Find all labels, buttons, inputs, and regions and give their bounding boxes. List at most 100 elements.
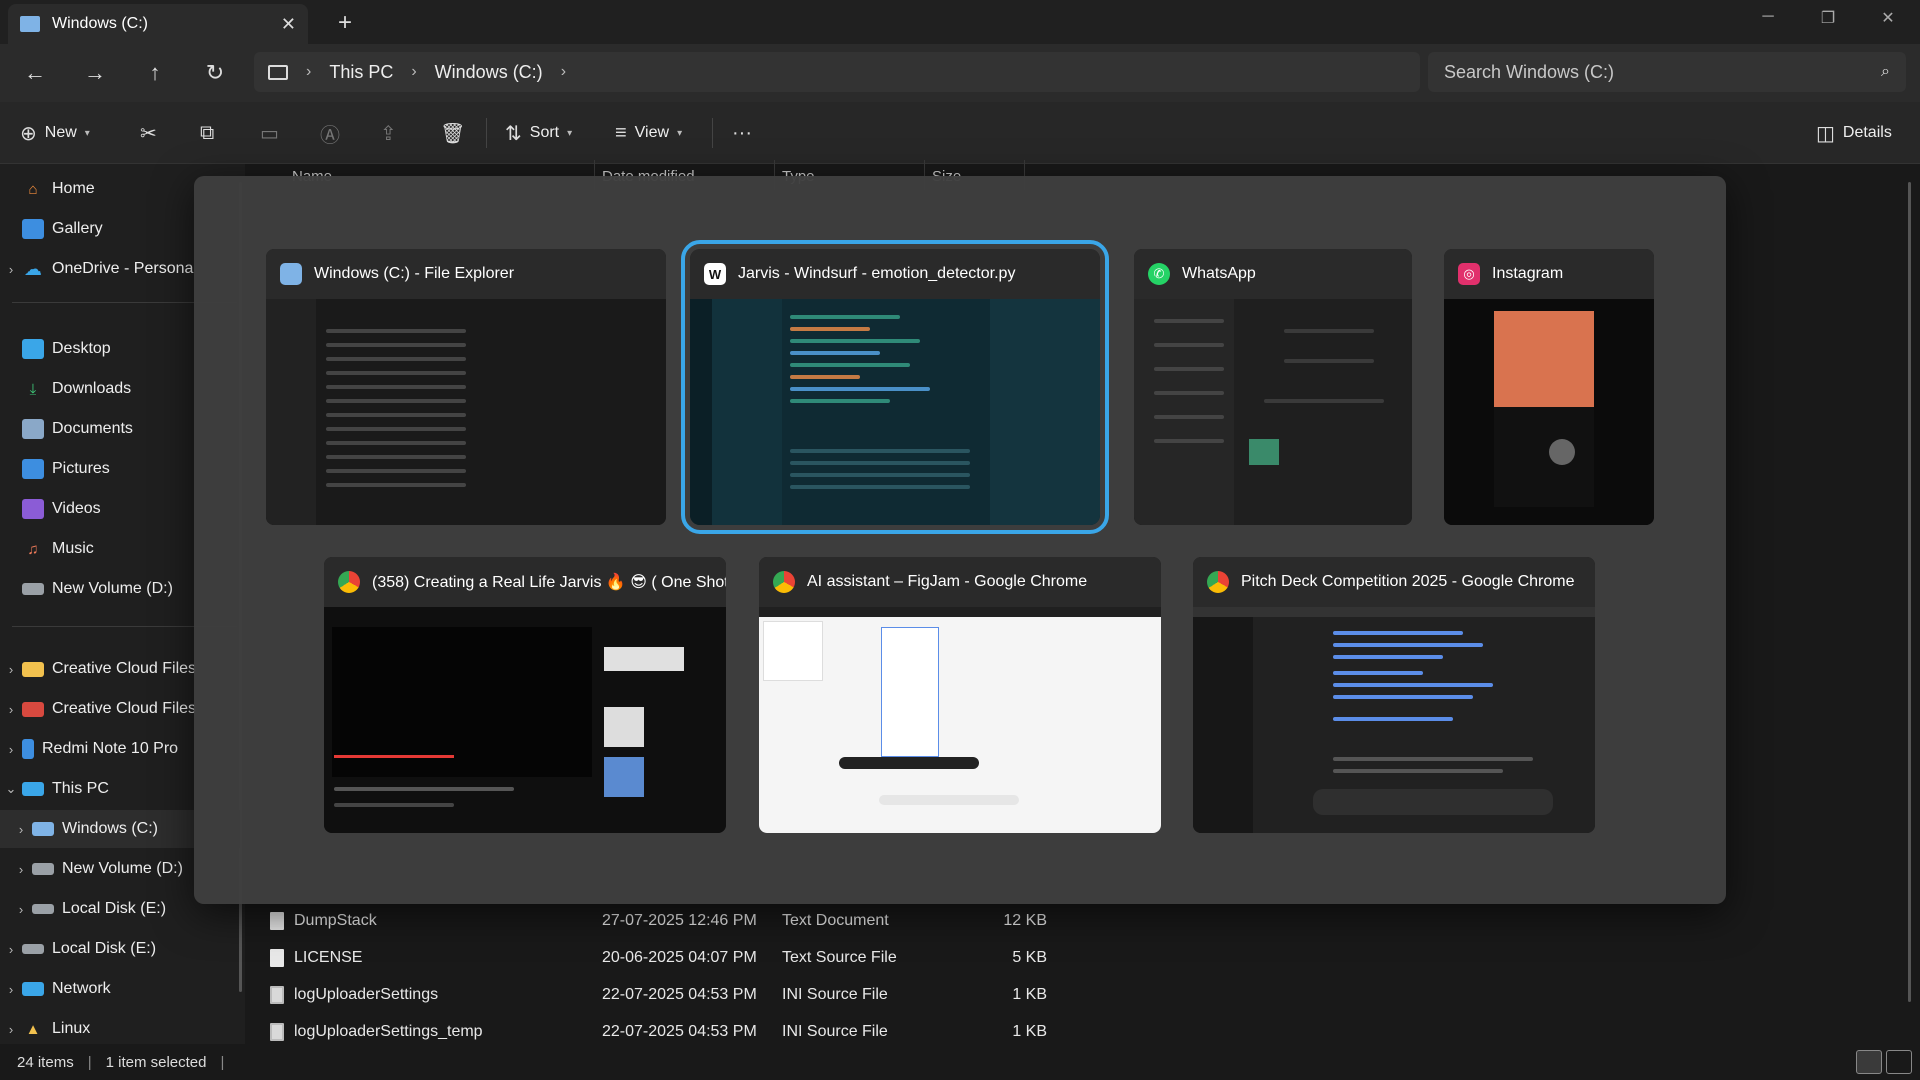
windows-drive-icon [32,822,54,836]
file-type: Text Source File [782,948,897,966]
window-card-file-explorer[interactable]: Windows (C:) - File Explorer [266,249,666,525]
details-view-button[interactable] [1856,1050,1882,1074]
refresh-button[interactable]: ↻ [200,58,230,88]
table-row[interactable]: logUploaderSettings 22-07-2025 04:53 PM … [270,976,1070,1013]
sort-label: Sort [529,124,560,141]
file-size: 1 KB [1012,1022,1047,1040]
rename-button[interactable]: Ⓐ [320,116,340,150]
breadcrumb-separator[interactable]: › [411,63,416,81]
window-card-windsurf[interactable]: W Jarvis - Windsurf - emotion_detector.p… [681,240,1109,534]
window-title: AI assistant – FigJam - Google Chrome [807,573,1088,590]
delete-button[interactable]: 🗑 [440,116,465,150]
chevron-right-icon[interactable]: › [10,822,32,837]
breadcrumb[interactable]: › This PC › Windows (C:) › [254,52,1420,92]
window-preview [324,607,726,833]
chevron-right-icon[interactable]: › [0,982,22,997]
view-list-icon: ≡ [615,121,627,144]
search-box[interactable]: ⌕ [1428,52,1906,92]
sidebar-item-label: Linux [52,1020,91,1037]
scissors-icon: ✂ [140,122,157,145]
file-type: Text Document [782,911,889,929]
toolbar-divider [712,118,713,148]
sidebar-item-label: OneDrive - Persona [52,260,194,277]
tab-title: Windows (C:) [52,15,149,32]
computer-icon[interactable] [268,64,288,80]
window-card-figjam[interactable]: AI assistant – FigJam - Google Chrome [759,557,1161,833]
table-row[interactable]: LICENSE 20-06-2025 04:07 PM Text Source … [270,939,1070,976]
chevron-right-icon[interactable]: › [0,942,22,957]
sidebar-item-label: Creative Cloud Files [52,660,197,677]
window-card-pitch-deck[interactable]: Pitch Deck Competition 2025 - Google Chr… [1193,557,1595,833]
status-bar: 24 items | 1 item selected | [0,1044,1920,1080]
file-list-scrollbar[interactable] [1908,182,1911,1002]
status-separator: | [220,1053,225,1071]
details-button[interactable]: ◫ Details [1816,116,1892,150]
windsurf-icon: W [704,263,726,285]
back-button[interactable]: ← [20,58,50,88]
sidebar-item-network[interactable]: › Network [0,970,240,1008]
chevron-right-icon[interactable]: › [10,862,32,877]
drive-icon [22,583,44,595]
window-card-whatsapp[interactable]: ✆ WhatsApp [1134,249,1412,525]
phone-icon [22,739,34,759]
breadcrumb-windows-c[interactable]: Windows (C:) [435,62,543,83]
minimize-button[interactable]: ─ [1748,8,1788,32]
sidebar-item-local-disk-e-2[interactable]: › Local Disk (E:) [0,930,240,968]
chevron-right-icon[interactable]: › [0,742,22,757]
file-date: 22-07-2025 04:53 PM [602,1022,757,1040]
selection-count: 1 item selected [105,1053,207,1071]
creative-cloud-icon [22,701,44,717]
more-icon: ··· [732,121,752,144]
chevron-right-icon[interactable]: › [0,262,22,277]
item-count: 24 items [17,1053,74,1071]
window-card-youtube[interactable]: (358) Creating a Real Life Jarvis 🔥 😎 ( … [324,557,726,833]
chevron-right-icon[interactable]: › [10,902,32,917]
forward-button[interactable]: → [80,58,110,88]
window-preview [1134,299,1412,525]
window-title: Instagram [1492,265,1564,282]
home-icon: ⌂ [28,180,38,198]
search-icon[interactable]: ⌕ [1881,63,1890,81]
view-button[interactable]: ≡ View ▾ [615,116,682,150]
chevron-right-icon[interactable]: › [0,662,22,677]
window-title: Pitch Deck Competition 2025 - Google Chr… [1241,573,1575,590]
search-input[interactable] [1444,61,1882,83]
table-row[interactable]: DumpStack 27-07-2025 12:46 PM Text Docum… [270,902,1070,939]
restore-button[interactable]: ❐ [1808,8,1848,32]
settings-file-icon [270,1022,284,1041]
chevron-right-icon[interactable]: › [0,702,22,717]
breadcrumb-separator[interactable]: › [561,63,566,81]
close-window-button[interactable]: ✕ [1868,8,1908,32]
sort-button[interactable]: ⇅ Sort ▾ [505,116,572,150]
cut-button[interactable]: ✂ [140,116,157,150]
file-date: 22-07-2025 04:53 PM [602,985,757,1003]
breadcrumb-separator[interactable]: › [306,63,311,81]
file-name: logUploaderSettings_temp [294,1022,483,1040]
more-options-button[interactable]: ··· [732,116,752,150]
chevron-down-icon[interactable]: ⌄ [0,781,22,797]
tiles-view-button[interactable] [1886,1050,1912,1074]
copy-icon: ⧉ [200,121,215,144]
file-size: 1 KB [1012,985,1047,1003]
copy-button[interactable]: ⧉ [200,116,214,150]
trash-icon: 🗑 [440,122,466,145]
chevron-right-icon[interactable]: › [0,1022,22,1037]
new-button[interactable]: ⊕ New ▾ [20,116,90,150]
status-separator: | [87,1053,92,1071]
sidebar-item-linux[interactable]: › ▲ Linux [0,1010,240,1048]
pictures-icon [22,459,44,479]
close-tab-icon[interactable]: ✕ [281,14,296,35]
window-card-instagram[interactable]: ◎ Instagram [1444,249,1654,525]
breadcrumb-this-pc[interactable]: This PC [329,62,393,83]
share-button[interactable]: ⇪ [380,116,397,150]
view-label: View [634,124,670,141]
chrome-icon [773,571,795,593]
file-name: logUploaderSettings [294,985,439,1003]
up-button[interactable]: ↑ [140,58,170,88]
new-tab-button[interactable]: + [330,8,360,38]
tab-windows-c[interactable]: Windows (C:) ✕ [8,4,308,44]
share-icon: ⇪ [380,122,397,145]
drive-icon [32,863,54,875]
paste-button[interactable]: ▭ [260,116,279,150]
file-type: INI Source File [782,985,888,1003]
